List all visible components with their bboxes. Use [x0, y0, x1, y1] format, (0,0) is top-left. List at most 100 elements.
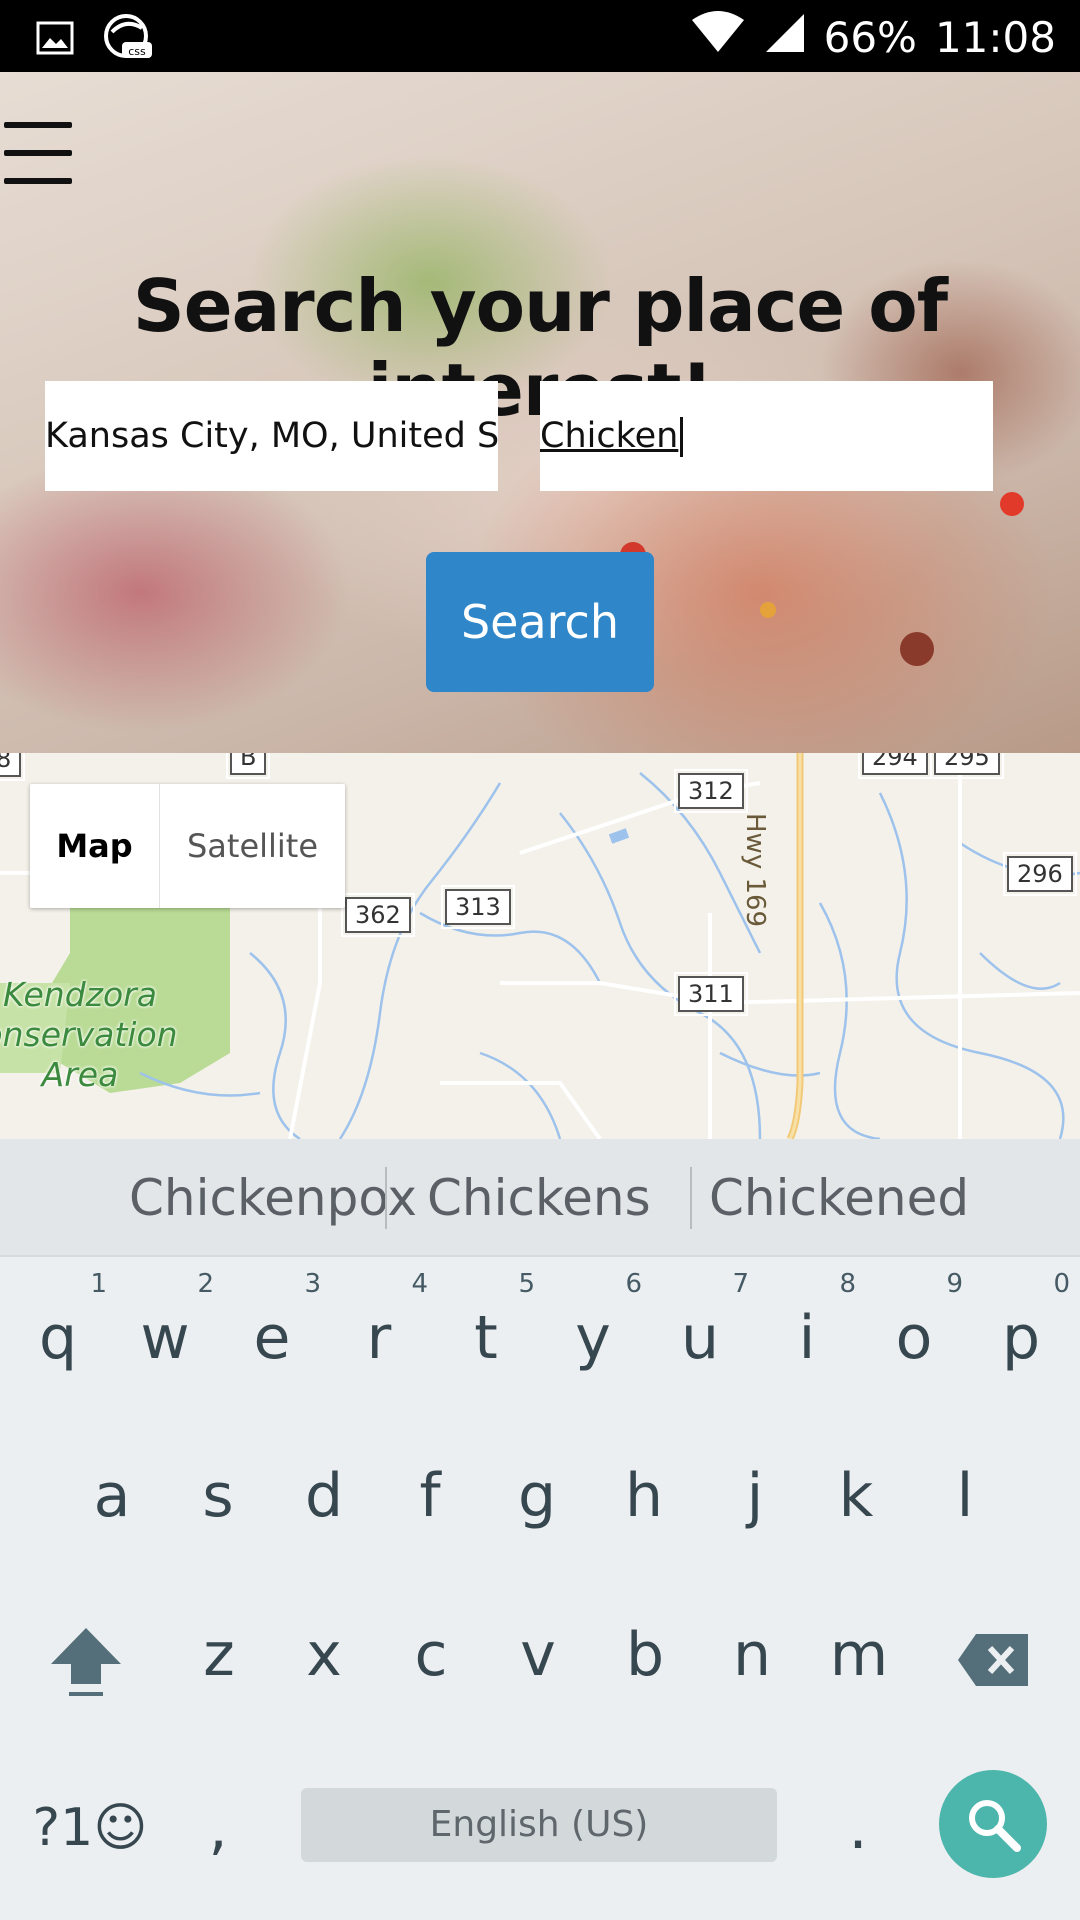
key-e[interactable]: 3e — [219, 1259, 325, 1409]
key-label: j — [746, 1461, 764, 1531]
key-p[interactable]: 0p — [968, 1259, 1074, 1409]
comma-key[interactable]: , — [168, 1749, 268, 1899]
status-bar: css 66% 11:08 — [0, 0, 1080, 72]
key-t[interactable]: 5t — [433, 1259, 539, 1409]
key-label: y — [575, 1303, 611, 1373]
text-cursor — [680, 417, 684, 457]
key-label: r — [366, 1303, 392, 1373]
route-shield-311: 311 — [674, 972, 748, 1016]
key-h[interactable]: h — [591, 1417, 697, 1567]
css-app-icon: css — [102, 14, 154, 67]
backspace-key[interactable] — [940, 1576, 1046, 1726]
key-hint: 6 — [625, 1269, 642, 1299]
map-view[interactable]: 312 296 362 313 311 294 295 B 8 Hwy 169 … — [0, 753, 1080, 1139]
key-q[interactable]: 1q — [5, 1259, 111, 1409]
key-b[interactable]: b — [592, 1576, 698, 1726]
battery-text: 66% — [823, 13, 917, 62]
hamburger-menu-icon[interactable] — [4, 122, 72, 186]
period-key[interactable]: . — [808, 1749, 908, 1899]
key-label: b — [625, 1620, 665, 1690]
keyword-input[interactable]: Chicken — [540, 381, 993, 491]
key-hint: 1 — [90, 1269, 107, 1299]
key-hint: 2 — [197, 1269, 214, 1299]
key-label: a — [93, 1461, 131, 1531]
map-type-toggle: Map Satellite — [30, 784, 345, 908]
suggestion-divider — [690, 1167, 692, 1229]
key-label: t — [474, 1303, 498, 1373]
key-label: n — [732, 1620, 772, 1690]
search-button[interactable]: Search — [426, 552, 654, 692]
key-v[interactable]: v — [485, 1576, 591, 1726]
key-g[interactable]: g — [484, 1417, 590, 1567]
key-hint: 7 — [732, 1269, 749, 1299]
key-label: u — [680, 1303, 720, 1373]
key-label: g — [517, 1461, 557, 1531]
shift-arrow-icon — [49, 1624, 123, 1715]
key-r[interactable]: 4r — [326, 1259, 432, 1409]
key-label: k — [838, 1461, 874, 1531]
key-hint: 0 — [1053, 1269, 1070, 1299]
key-c[interactable]: c — [378, 1576, 484, 1726]
key-label: ?1☺ — [32, 1798, 148, 1858]
key-hint: 4 — [411, 1269, 428, 1299]
key-z[interactable]: z — [166, 1576, 272, 1726]
backspace-icon — [956, 1632, 1030, 1703]
key-label: z — [203, 1620, 235, 1690]
suggestion-1[interactable]: Chickenpox — [129, 1139, 417, 1257]
key-d[interactable]: d — [271, 1417, 377, 1567]
suggestion-3[interactable]: Chickened — [709, 1139, 969, 1257]
symbols-key[interactable]: ?1☺ — [30, 1749, 150, 1899]
hero-banner: Search your place of interest! Kansas Ci… — [0, 72, 1080, 753]
spacebar[interactable]: English (US) — [301, 1788, 777, 1862]
key-label: s — [202, 1461, 234, 1531]
key-y[interactable]: 6y — [540, 1259, 646, 1409]
key-label: . — [848, 1793, 868, 1863]
park-label: Kendzora onservation Area — [0, 975, 178, 1094]
map-type-satellite-button[interactable]: Satellite — [160, 784, 345, 908]
cell-signal-icon — [764, 10, 806, 66]
key-label: o — [895, 1303, 933, 1373]
route-shield-362: 362 — [341, 893, 415, 937]
svg-text:css: css — [128, 45, 146, 58]
key-label: l — [956, 1461, 974, 1531]
wifi-icon — [690, 10, 746, 66]
key-i[interactable]: 8i — [754, 1259, 860, 1409]
key-l[interactable]: l — [912, 1417, 1018, 1567]
keyword-input-value: Chicken — [540, 416, 679, 456]
location-input-value: Kansas City, MO, United Sta — [45, 416, 498, 456]
key-label: e — [253, 1303, 291, 1373]
search-enter-key[interactable] — [939, 1770, 1047, 1878]
key-o[interactable]: 9o — [861, 1259, 967, 1409]
route-shield-b: B — [225, 753, 271, 779]
key-w[interactable]: 2w — [112, 1259, 218, 1409]
key-label: m — [829, 1620, 889, 1690]
key-hint: 8 — [839, 1269, 856, 1299]
route-shield-313: 313 — [441, 885, 515, 929]
suggestion-2[interactable]: Chickens — [427, 1139, 651, 1257]
soft-keyboard: Chickenpox Chickens Chickened 1q 2w 3e 4… — [0, 1139, 1080, 1920]
key-x[interactable]: x — [271, 1576, 377, 1726]
location-input[interactable]: Kansas City, MO, United Sta — [45, 381, 498, 491]
key-k[interactable]: k — [803, 1417, 909, 1567]
key-label: f — [419, 1461, 441, 1531]
key-s[interactable]: s — [165, 1417, 271, 1567]
key-hint: 9 — [946, 1269, 963, 1299]
key-f[interactable]: f — [377, 1417, 483, 1567]
suggestion-strip: Chickenpox Chickens Chickened — [0, 1139, 1080, 1257]
image-icon — [36, 21, 74, 60]
key-label: h — [624, 1461, 664, 1531]
key-m[interactable]: m — [806, 1576, 912, 1726]
route-shield-295: 295 — [930, 753, 1004, 779]
key-j[interactable]: j — [702, 1417, 808, 1567]
key-label: d — [304, 1461, 344, 1531]
key-u[interactable]: 7u — [647, 1259, 753, 1409]
shift-key[interactable] — [32, 1576, 138, 1726]
key-a[interactable]: a — [59, 1417, 165, 1567]
route-shield-294: 294 — [858, 753, 932, 779]
key-n[interactable]: n — [699, 1576, 805, 1726]
key-label: i — [798, 1303, 816, 1373]
highway-label: Hwy 169 — [740, 813, 770, 928]
map-type-map-button[interactable]: Map — [30, 784, 160, 908]
key-hint: 3 — [304, 1269, 321, 1299]
key-label: v — [520, 1620, 556, 1690]
